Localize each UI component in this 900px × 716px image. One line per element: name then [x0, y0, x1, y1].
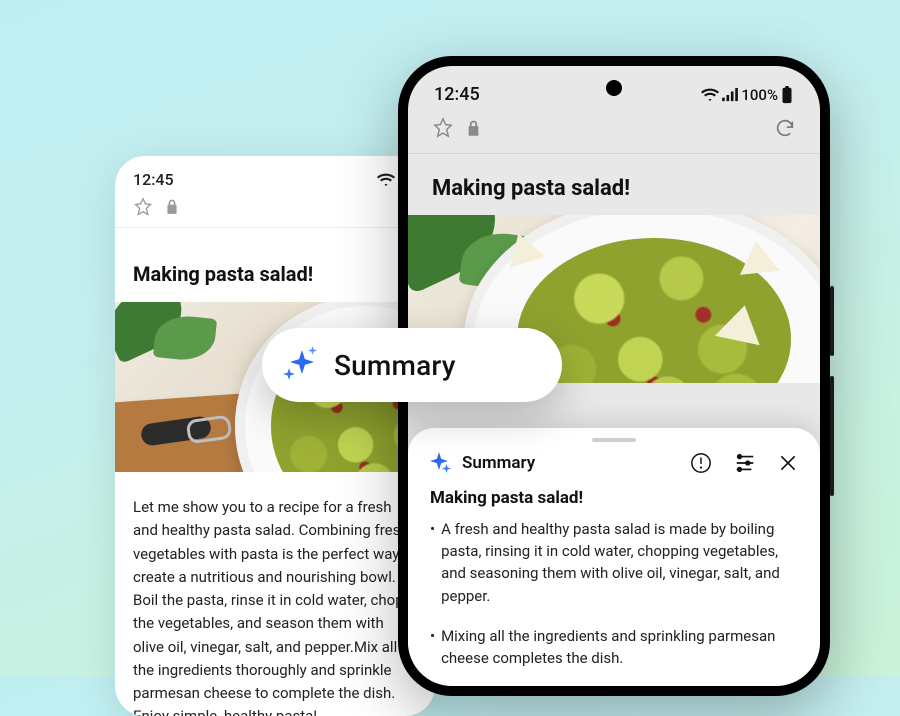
summary-bullet-text: A fresh and healthy pasta salad is made … [441, 518, 798, 607]
favorite-icon[interactable] [432, 117, 454, 143]
device-side-button [830, 376, 834, 496]
device-side-button [830, 286, 834, 356]
bullet-icon [430, 625, 435, 669]
close-icon[interactable] [778, 453, 798, 473]
wifi-icon [701, 88, 719, 102]
bullet-icon [430, 518, 435, 607]
summary-sheet-header: Summary [430, 452, 798, 474]
note-title-back: Making pasta salad! [115, 228, 435, 302]
summary-bullet-text: Mixing all the ingredients and sprinklin… [441, 625, 798, 669]
lock-icon[interactable] [165, 199, 179, 215]
statusbar-back: 12:45 [115, 156, 435, 193]
battery-icon [780, 86, 794, 104]
summary-bullet: Mixing all the ingredients and sprinklin… [430, 625, 798, 669]
signal-icon [721, 88, 739, 102]
sparkle-icon [284, 348, 318, 382]
summary-bullet: A fresh and healthy pasta salad is made … [430, 518, 798, 607]
sparkle-icon [430, 452, 452, 474]
front-camera [606, 80, 622, 96]
wifi-icon [377, 173, 395, 187]
statusbar-time: 12:45 [133, 170, 174, 189]
summary-pill-label: Summary [334, 349, 456, 382]
lock-icon[interactable] [466, 120, 481, 141]
phone-back: 12:45 Making pasta salad! Let me show yo… [115, 156, 435, 716]
summary-pill[interactable]: Summary [262, 328, 562, 402]
summary-sheet: Summary Making pasta salad! A fresh and [408, 428, 820, 686]
adjust-icon[interactable] [734, 452, 756, 474]
note-body-back: Let me show you to a recipe for a fresh … [115, 472, 435, 716]
statusbar-right: 100% [701, 86, 794, 104]
statusbar-time: 12:45 [434, 84, 480, 105]
favorite-icon[interactable] [133, 197, 153, 217]
sheet-drag-handle[interactable] [592, 438, 636, 442]
summary-heading: Making pasta salad! [430, 488, 798, 508]
battery-text: 100% [741, 86, 778, 104]
report-icon[interactable] [690, 452, 712, 474]
note-title-front: Making pasta salad! [408, 154, 820, 215]
refresh-icon[interactable] [774, 117, 796, 143]
note-toolbar-back [115, 193, 435, 227]
note-toolbar-front [408, 111, 820, 153]
summary-sheet-title: Summary [462, 453, 535, 473]
